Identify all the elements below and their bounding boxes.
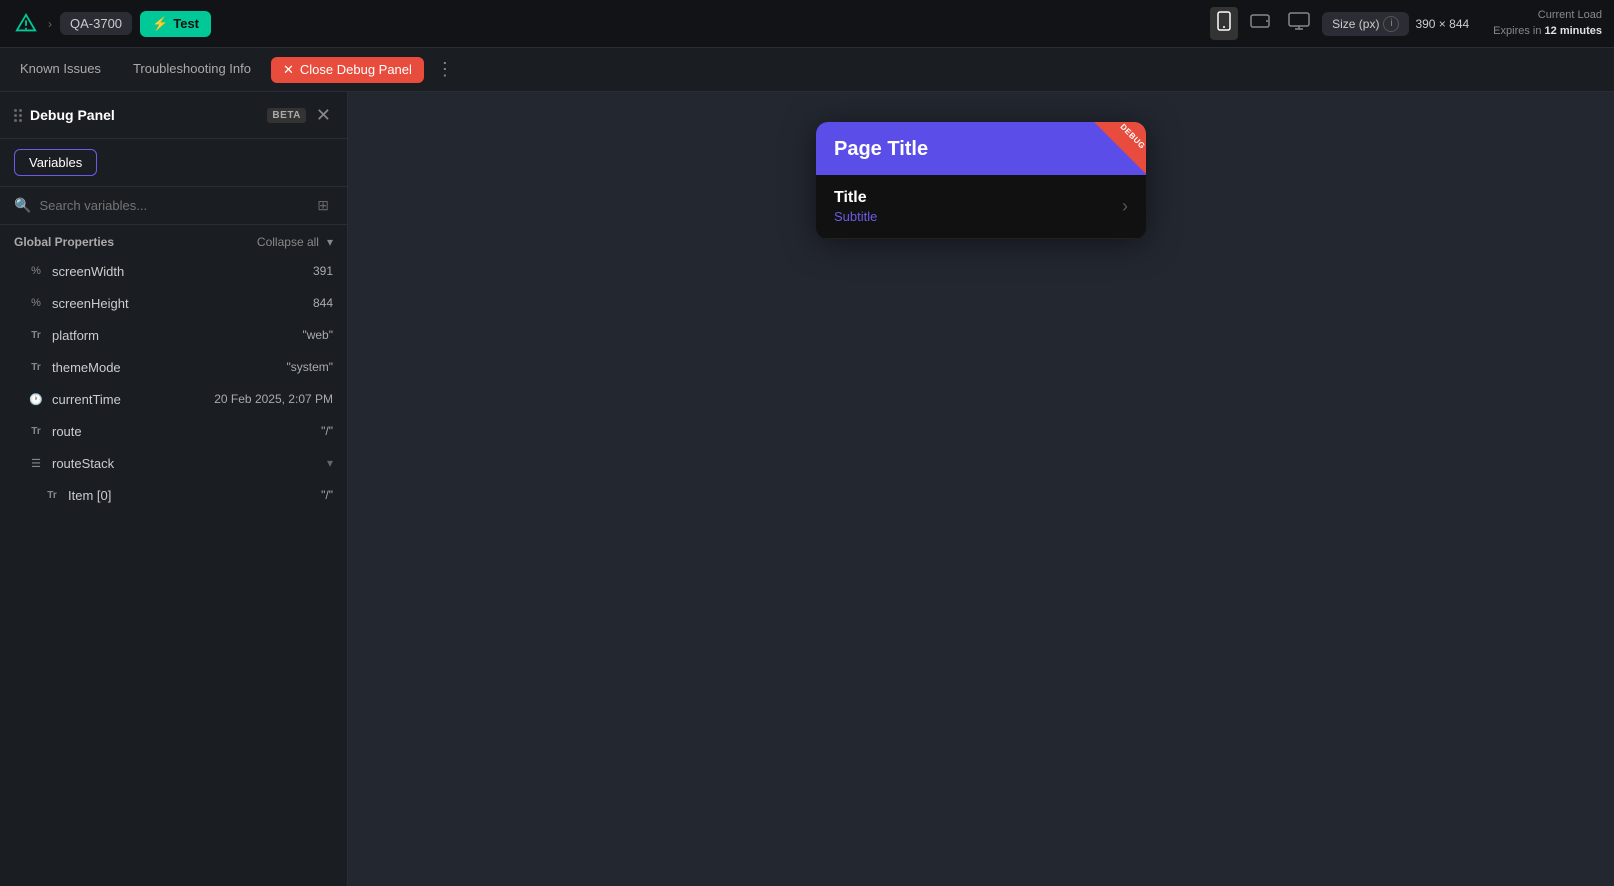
preview-list-item[interactable]: Title Subtitle ›: [816, 175, 1146, 239]
preview-item-subtitle: Subtitle: [834, 209, 1122, 224]
global-properties-section: Global Properties Collapse all ▾: [0, 225, 347, 255]
preview-header: Page Title DEBUG: [816, 122, 1146, 175]
variable-row-screenWidth[interactable]: % screenWidth 391: [0, 255, 347, 287]
var-name-screenWidth: screenWidth: [52, 264, 305, 279]
current-load: Current Load Expires in 12 minutes: [1493, 8, 1602, 39]
text-icon-2: Tr: [28, 359, 44, 375]
variable-row-item0[interactable]: Tr Item [0] "/": [0, 479, 347, 511]
debug-panel: Debug Panel BETA ✕ Variables 🔍 ⊞ Global …: [0, 92, 348, 886]
var-value-item0: "/": [321, 488, 333, 502]
var-name-platform: platform: [52, 328, 294, 343]
var-name-currentTime: currentTime: [52, 392, 206, 407]
variable-row-route[interactable]: Tr route "/": [0, 415, 347, 447]
collapse-all-button[interactable]: Collapse all: [257, 235, 319, 249]
desktop-device-button[interactable]: [1282, 8, 1316, 39]
tab-known-issues[interactable]: Known Issues: [4, 48, 117, 91]
preview-item-title: Title: [834, 189, 1122, 207]
preview-item-chevron: ›: [1122, 196, 1128, 217]
text-icon-3: Tr: [28, 423, 44, 439]
breadcrumb-item[interactable]: QA-3700: [60, 12, 132, 35]
size-label: Size (px): [1332, 17, 1379, 31]
app-logo: [12, 10, 40, 38]
var-name-themeMode: themeMode: [52, 360, 278, 375]
close-icon: ✕: [283, 62, 294, 78]
tablet-device-button[interactable]: [1244, 9, 1276, 38]
variable-row-platform[interactable]: Tr platform "web": [0, 319, 347, 351]
variable-row-currentTime[interactable]: 🕐 currentTime 20 Feb 2025, 2:07 PM: [0, 383, 347, 415]
info-icon[interactable]: i: [1383, 16, 1399, 32]
drag-handle[interactable]: [14, 109, 22, 122]
size-display: Size (px) i: [1322, 12, 1409, 36]
search-bar: 🔍 ⊞: [0, 187, 347, 225]
canvas-area: Page Title DEBUG Title Subtitle ›: [348, 92, 1614, 886]
debug-panel-close-button[interactable]: ✕: [314, 104, 333, 126]
device-controls: Size (px) i 390 × 844: [1210, 7, 1469, 40]
routestack-chevron: ▾: [327, 456, 333, 470]
debug-badge-text: DEBUG: [1118, 122, 1146, 151]
tab-bar: Known Issues Troubleshooting Info ✕ Clos…: [0, 48, 1614, 92]
panel-tabs: Variables: [0, 139, 347, 187]
tab-troubleshooting[interactable]: Troubleshooting Info: [117, 48, 267, 91]
var-value-route: "/": [321, 424, 333, 438]
top-bar: › QA-3700 ⚡ Test Size (px) i 390 × 844 C…: [0, 0, 1614, 48]
variable-row-themeMode[interactable]: Tr themeMode "system": [0, 351, 347, 383]
tab-more-button[interactable]: ⋮: [428, 59, 464, 80]
section-title: Global Properties: [14, 235, 114, 249]
var-value-screenHeight: 844: [313, 296, 333, 310]
variable-row-routeStack[interactable]: ☰ routeStack ▾: [0, 447, 347, 479]
variable-row-screenHeight[interactable]: % screenHeight 844: [0, 287, 347, 319]
var-name-screenHeight: screenHeight: [52, 296, 305, 311]
preview-item-text: Title Subtitle: [834, 189, 1122, 224]
var-name-routeStack: routeStack: [52, 456, 319, 471]
main-layout: Debug Panel BETA ✕ Variables 🔍 ⊞ Global …: [0, 92, 1614, 886]
collapse-layout-button[interactable]: ⊞: [313, 195, 333, 216]
debug-panel-header: Debug Panel BETA ✕: [0, 92, 347, 139]
page-title: Page Title: [834, 138, 1128, 161]
list-icon: ☰: [28, 455, 44, 471]
beta-badge: BETA: [267, 108, 305, 123]
numeric-icon: %: [28, 263, 44, 279]
numeric-icon-2: %: [28, 295, 44, 311]
var-value-platform: "web": [302, 328, 333, 342]
phone-preview: Page Title DEBUG Title Subtitle ›: [816, 122, 1146, 239]
clock-icon: 🕐: [28, 391, 44, 407]
var-value-screenWidth: 391: [313, 264, 333, 278]
search-icon: 🔍: [14, 197, 31, 214]
var-value-themeMode: "system": [286, 360, 333, 374]
var-value-currentTime: 20 Feb 2025, 2:07 PM: [214, 392, 333, 406]
variables-tab-button[interactable]: Variables: [14, 149, 97, 176]
search-input[interactable]: [39, 198, 305, 213]
section-chevron: ▾: [327, 235, 333, 249]
lightning-icon: ⚡: [152, 16, 168, 32]
var-name-route: route: [52, 424, 313, 439]
text-icon-4: Tr: [44, 487, 60, 503]
breadcrumb-chevron: ›: [48, 17, 52, 31]
debug-panel-title: Debug Panel: [30, 107, 259, 123]
mobile-device-button[interactable]: [1210, 7, 1238, 40]
var-name-item0: Item [0]: [68, 488, 313, 503]
close-debug-panel-button[interactable]: ✕ Close Debug Panel: [271, 57, 424, 83]
variables-list: Global Properties Collapse all ▾ % scree…: [0, 225, 347, 886]
size-value: 390 × 844: [1415, 17, 1469, 31]
text-icon: Tr: [28, 327, 44, 343]
debug-corner-badge: DEBUG: [1094, 122, 1146, 174]
test-button[interactable]: ⚡ Test: [140, 11, 211, 37]
